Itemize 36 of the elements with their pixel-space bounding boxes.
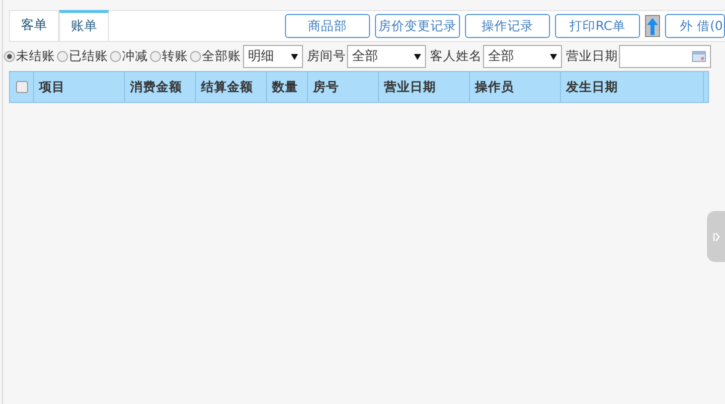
play-icon	[712, 232, 720, 242]
toolbar-button[interactable]: 操作记录	[465, 14, 550, 38]
dropdown[interactable]: 全部	[483, 45, 562, 68]
tab[interactable]: 客单	[9, 11, 59, 41]
calendar-icon	[692, 51, 706, 62]
toolbar-button[interactable]: 外 借(0	[665, 14, 725, 38]
up-arrow-icon	[647, 18, 658, 34]
dropdown[interactable]: 全部	[347, 45, 426, 68]
radio-option[interactable]: 已结账	[57, 47, 108, 66]
radio-option[interactable]: 全部账	[190, 47, 241, 66]
column-header[interactable]: 消费金额	[130, 78, 182, 96]
filter-label: 房间号	[307, 47, 346, 66]
column-header[interactable]: 发生日期	[566, 78, 618, 96]
dropdown-arrow-icon	[291, 54, 298, 60]
toolbar-button[interactable]: 商品部	[285, 14, 370, 38]
column-header[interactable]: 营业日期	[384, 78, 436, 96]
upload-button[interactable]	[645, 15, 660, 37]
column-header[interactable]: 数量	[272, 78, 298, 96]
collapse-handle[interactable]	[707, 211, 725, 262]
radio-option[interactable]: 转账	[150, 47, 188, 66]
column-header[interactable]: 结算金额	[201, 78, 253, 96]
column-header[interactable]: 项目	[39, 78, 65, 96]
date-field[interactable]	[619, 45, 711, 68]
radio-option[interactable]: 冲减	[110, 47, 148, 66]
checkbox[interactable]	[16, 81, 28, 93]
filter-label: 客人姓名	[430, 47, 482, 66]
radio-option[interactable]: 未结账	[4, 47, 55, 66]
toolbar-button[interactable]: 打印RC单	[555, 14, 640, 38]
tab[interactable]: 账单	[59, 10, 109, 41]
toolbar-button[interactable]: 房价变更记录	[375, 14, 460, 38]
dropdown[interactable]: 明细	[243, 45, 303, 68]
dropdown-arrow-icon	[414, 54, 421, 60]
column-header[interactable]: 房号	[313, 78, 339, 96]
column-header[interactable]: 操作员	[475, 78, 514, 96]
filter-label: 营业日期	[566, 47, 618, 66]
dropdown-arrow-icon	[550, 54, 557, 60]
